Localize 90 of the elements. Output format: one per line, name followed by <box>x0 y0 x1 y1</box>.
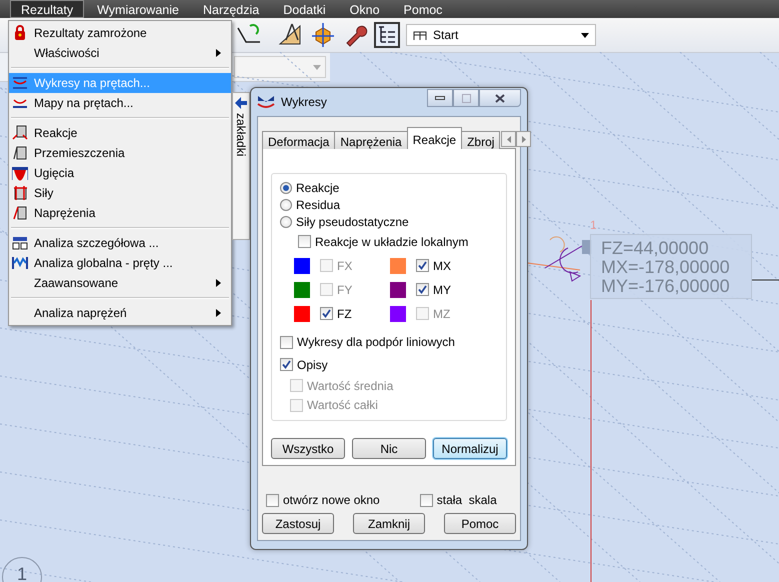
submenu-arrow-icon <box>216 49 221 57</box>
checkbox[interactable] <box>420 494 433 506</box>
menu-item-icon <box>12 75 28 91</box>
menu-item[interactable]: Przemieszczenia <box>9 143 231 163</box>
menu-item[interactable]: Siły <box>9 183 231 203</box>
menu-item-icon <box>12 255 28 271</box>
checkbox[interactable] <box>280 358 293 372</box>
minimize-button[interactable] <box>427 89 453 107</box>
checkbox[interactable] <box>416 283 429 296</box>
menu-bar-item[interactable]: Narzędzia <box>192 0 270 18</box>
panel-button[interactable]: Nic <box>352 438 426 459</box>
tree-view-icon[interactable] <box>374 22 400 48</box>
checkbox-label: MZ <box>433 306 450 320</box>
tab[interactable]: Zbroj <box>461 131 500 149</box>
checkbox-label: MX <box>433 258 451 272</box>
radio-label: Siły pseudostatyczne <box>296 215 409 230</box>
close-icon <box>495 94 505 102</box>
scroll-left-button[interactable] <box>501 131 516 147</box>
result-value: MX=-178,00000 <box>601 258 731 277</box>
menu-bar-item[interactable]: Pomoc <box>392 0 454 18</box>
minimize-icon <box>435 96 445 100</box>
checkbox-label: otwórz nowe okno <box>283 493 380 507</box>
menu-item[interactable]: Naprężenia <box>9 203 231 223</box>
checkbox-label: Wartość średnia <box>307 378 394 393</box>
result-value: MY=-176,00000 <box>601 277 731 296</box>
node-number: 1 <box>590 218 597 232</box>
view-number: 1 <box>2 557 42 582</box>
radio-label: Reakcje <box>296 180 340 195</box>
menu-item-icon <box>12 125 28 141</box>
radio-button[interactable] <box>280 182 292 194</box>
menu-item-icon <box>12 235 28 251</box>
menu-item-icon <box>12 185 28 201</box>
result-value: FZ=44,00000 <box>601 239 710 258</box>
submenu-arrow-icon <box>216 279 221 287</box>
menu-item-icon <box>12 165 28 181</box>
checkbox[interactable] <box>266 494 279 506</box>
menu-item-icon <box>12 145 28 161</box>
left-arrow-icon <box>506 136 511 142</box>
dialog-button[interactable]: Pomoc <box>444 513 516 534</box>
tab[interactable]: Deformacja <box>262 131 336 149</box>
radio-button[interactable] <box>280 199 292 212</box>
tab[interactable]: Reakcje <box>406 127 462 149</box>
menu-item[interactable]: Analiza globalna - pręty ... <box>9 253 231 273</box>
menu-item[interactable]: Rezultaty zamrożone <box>9 23 231 43</box>
dropdown-arrow-icon <box>313 64 321 70</box>
view-dropdown[interactable]: Start <box>406 24 596 46</box>
panel-button[interactable]: Normalizuj <box>433 438 507 459</box>
menu-item[interactable]: Analiza szczegółowa ... <box>9 233 231 253</box>
chart-icon <box>257 94 275 110</box>
checkbox-label: Reakcje w układzie lokalnym <box>315 234 468 249</box>
radio-button[interactable] <box>280 216 292 228</box>
checkbox[interactable] <box>298 235 311 248</box>
menu-bar-item[interactable]: Okno <box>338 0 391 18</box>
submenu-arrow-icon <box>216 309 221 317</box>
checkbox[interactable] <box>416 259 429 272</box>
dialog-button[interactable]: Zastosuj <box>262 513 334 534</box>
menu-bar-item[interactable]: Wymiarowanie <box>86 0 190 18</box>
left-arrow-icon <box>235 97 247 109</box>
checkbox-label: Opisy <box>297 358 328 372</box>
right-arrow-icon <box>522 136 526 142</box>
menu-bar-item[interactable]: Rezultaty <box>10 0 84 18</box>
checkbox[interactable] <box>280 336 293 349</box>
cube-icon[interactable] <box>310 22 336 48</box>
menu-item[interactable]: Właściwości <box>9 43 231 63</box>
close-button[interactable] <box>479 89 521 107</box>
radio-label: Residua <box>296 198 340 212</box>
menu-item[interactable]: Analiza naprężeń <box>9 303 231 323</box>
menu-item[interactable]: Zaawansowane <box>9 273 231 293</box>
maximize-icon <box>462 94 470 102</box>
menu-item[interactable]: Ugięcia <box>9 163 231 183</box>
panel-button[interactable]: Wszystko <box>271 438 345 459</box>
tab[interactable]: Naprężenia <box>334 131 408 149</box>
checkbox-label: stała skala <box>436 493 497 507</box>
menu-item[interactable]: Reakcje <box>9 123 231 143</box>
checkbox-label: Wartość całki <box>307 398 378 412</box>
checkbox[interactable] <box>320 307 333 320</box>
checkbox-label: MY <box>433 282 451 296</box>
menu-item-icon <box>12 205 28 221</box>
menu-item-icon <box>12 25 28 41</box>
checkbox-label: FZ <box>337 306 352 320</box>
checkbox-label: FY <box>337 282 352 296</box>
dropdown-arrow-icon <box>581 32 589 38</box>
menu-item[interactable]: Mapy na prętach... <box>9 93 231 113</box>
checkbox-label: Wykresy dla podpór liniowych <box>297 335 455 350</box>
menu-bar-item[interactable]: Dodatki <box>272 0 337 18</box>
checkbox-label: FX <box>337 258 352 272</box>
dialog-button[interactable]: Zamknij <box>353 513 425 534</box>
side-tab[interactable]: zakładki <box>232 92 250 240</box>
scroll-right-button[interactable] <box>516 131 532 147</box>
window-title: Wykresy <box>281 95 328 109</box>
